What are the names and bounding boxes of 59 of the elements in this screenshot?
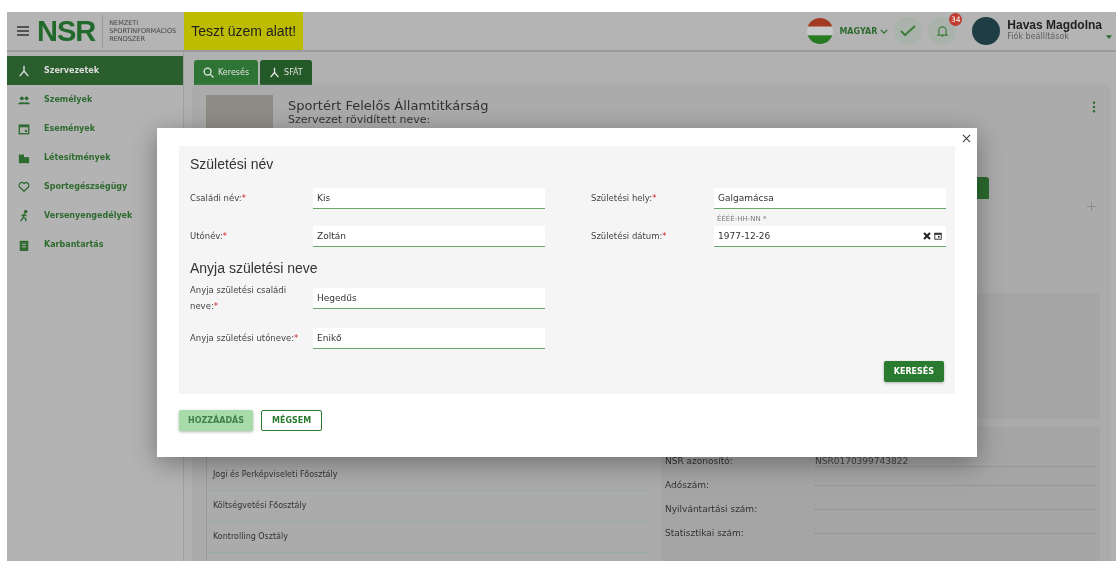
input-field[interactable]: Kis bbox=[313, 187, 545, 209]
section-title: Anyja születési neve bbox=[190, 260, 319, 276]
logo-text: NSR bbox=[37, 14, 104, 48]
user-name[interactable]: Havas Magdolna bbox=[1007, 19, 1102, 31]
calendar-icon[interactable] bbox=[934, 231, 942, 240]
tree-icon bbox=[18, 64, 30, 77]
input-field[interactable]: Galgamácsa bbox=[714, 187, 946, 209]
sidebar-item[interactable]: Szervezetek bbox=[7, 56, 183, 85]
close-icon[interactable] bbox=[962, 134, 971, 143]
sidebar-item[interactable]: Sportegészségügy bbox=[7, 172, 183, 201]
organization-name: Sportért Felelős Államtitkárság bbox=[288, 98, 490, 113]
sidebar-item[interactable]: Karbantartás bbox=[7, 230, 183, 259]
unit-row[interactable]: Költségvetési Főosztály bbox=[207, 491, 647, 522]
input-field[interactable]: Enikő bbox=[313, 327, 545, 349]
sidebar-item[interactable]: Személyek bbox=[7, 85, 183, 114]
heart-icon bbox=[18, 180, 30, 193]
input-field[interactable]: Zoltán bbox=[313, 225, 545, 247]
short-name-label: Szervezet rövidített neve: bbox=[288, 113, 432, 126]
info-label: Nyilvántartási szám: bbox=[665, 504, 759, 514]
field-label: Születési dátum:* bbox=[591, 230, 668, 243]
field-label: Anyja születési családi neve:* bbox=[190, 284, 288, 313]
search-button[interactable]: KERESÉS bbox=[883, 361, 944, 382]
unit-row[interactable]: Jogi és Perképviseleti Főosztály bbox=[207, 460, 647, 491]
checkmark-icon bbox=[900, 25, 917, 37]
info-label: Adószám: bbox=[665, 480, 710, 490]
bell-icon bbox=[936, 24, 948, 38]
field-label: Anyja születési utóneve:* bbox=[190, 332, 300, 345]
language-selector[interactable]: MAGYAR bbox=[833, 26, 895, 36]
people-icon bbox=[18, 93, 30, 106]
field-label: Születési hely:* bbox=[591, 192, 658, 205]
cancel-button[interactable]: MÉGSEM bbox=[261, 410, 323, 431]
account-settings-link[interactable]: Fiók beállítások bbox=[1007, 31, 1102, 43]
field-label: Utónév:* bbox=[190, 230, 229, 243]
sidebar-item[interactable]: Események bbox=[7, 114, 183, 143]
info-label: Statisztikai szám: bbox=[665, 528, 745, 538]
unit-row[interactable]: Kontrolling Osztály bbox=[207, 522, 647, 553]
clear-icon[interactable] bbox=[923, 231, 931, 240]
clipboard-icon bbox=[18, 238, 30, 251]
search-icon bbox=[203, 67, 214, 78]
runner-icon bbox=[18, 209, 30, 222]
tab[interactable]: Keresés bbox=[194, 60, 259, 85]
menu-icon[interactable] bbox=[17, 26, 29, 36]
input-field[interactable]: 1977-12-26 bbox=[714, 225, 946, 247]
sidebar-item[interactable]: Létesítmények bbox=[7, 143, 183, 172]
sidebar-item[interactable]: Versenyengedélyek bbox=[7, 201, 183, 230]
chevron-icon bbox=[880, 28, 889, 34]
tasks-button[interactable] bbox=[894, 17, 923, 45]
more-icon[interactable] bbox=[1092, 101, 1096, 113]
avatar[interactable] bbox=[972, 17, 1001, 45]
tree-icon bbox=[269, 67, 281, 78]
calendar-icon bbox=[18, 122, 30, 135]
section-title: Születési név bbox=[190, 156, 275, 172]
input-field[interactable]: Hegedűs bbox=[313, 287, 545, 309]
tab[interactable]: SFÁT bbox=[260, 60, 312, 85]
flag-icon bbox=[807, 18, 834, 44]
field-label: Családi név:* bbox=[190, 192, 247, 205]
caret-icon[interactable] bbox=[1106, 35, 1112, 39]
test-banner: Teszt üzem alatt! bbox=[184, 12, 304, 50]
info-label: NSR azonosító: bbox=[665, 456, 734, 466]
